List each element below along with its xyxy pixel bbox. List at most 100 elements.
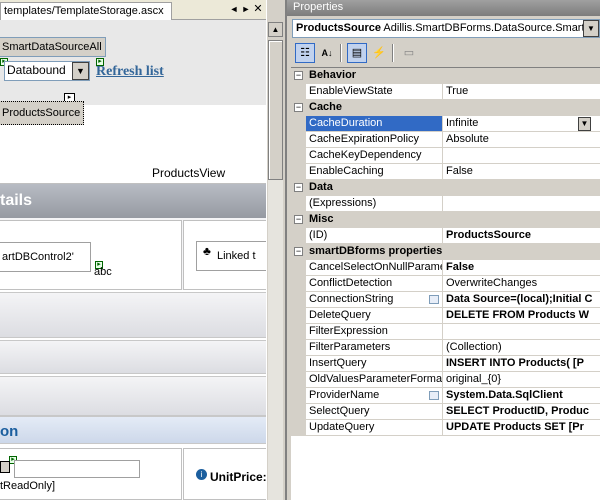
row-gutter (291, 116, 306, 131)
property-value[interactable]: True (443, 84, 600, 99)
property-name[interactable]: FilterParameters (306, 340, 443, 355)
category-row[interactable]: − Misc (291, 212, 600, 228)
close-icon[interactable]: ✕ (252, 3, 264, 16)
scrollbar-track[interactable] (268, 180, 283, 500)
property-name[interactable]: ProviderName (306, 388, 443, 403)
chevron-down-icon[interactable]: ▼ (72, 62, 89, 80)
collapse-icon[interactable]: − (294, 215, 303, 224)
property-value[interactable]: System.Data.SqlClient (443, 388, 600, 403)
property-row[interactable]: FilterExpression (291, 324, 600, 340)
details-heading: tails (0, 192, 33, 209)
category-row[interactable]: − smartDBforms properties (291, 244, 600, 260)
expression-icon[interactable] (429, 391, 439, 400)
property-name[interactable]: EnableCaching (306, 164, 443, 179)
property-name[interactable]: UpdateQuery (306, 420, 443, 435)
property-name[interactable]: CancelSelectOnNullParame (306, 260, 443, 275)
categorized-icon[interactable]: ☷ (295, 43, 315, 63)
property-name[interactable]: CacheKeyDependency (306, 148, 443, 163)
property-row[interactable]: InsertQuery INSERT INTO Products( [P (291, 356, 600, 372)
property-name[interactable]: EnableViewState (306, 84, 443, 99)
document-tab[interactable]: templates/TemplateStorage.ascx (0, 2, 172, 20)
property-name[interactable]: CacheExpirationPolicy (306, 132, 443, 147)
smart-db-control[interactable]: artDBControl2' (0, 242, 91, 272)
property-value[interactable]: ProductsSource (443, 228, 600, 243)
object-selector[interactable]: ProductsSource Adillis.SmartDBForms.Data… (292, 19, 600, 38)
property-value[interactable]: (Collection) (443, 340, 600, 355)
property-pages-icon[interactable]: ▭ (399, 43, 419, 63)
property-value[interactable]: DELETE FROM Products W (443, 308, 600, 323)
row-gutter (291, 164, 306, 179)
alphabetical-icon[interactable]: A↓ (317, 43, 337, 63)
property-value[interactable]: UPDATE Products SET [Pr (443, 420, 600, 435)
category-row[interactable]: − Cache (291, 100, 600, 116)
property-row[interactable]: (Expressions) (291, 196, 600, 212)
property-name[interactable]: (ID) (306, 228, 443, 243)
property-name[interactable]: SelectQuery (306, 404, 443, 419)
property-name[interactable]: OldValuesParameterFormatS (306, 372, 443, 387)
field-handle-icon[interactable] (0, 461, 10, 473)
collapse-icon[interactable]: − (294, 247, 303, 256)
property-row[interactable]: UpdateQuery UPDATE Products SET [Pr (291, 420, 600, 436)
property-row[interactable]: CacheKeyDependency (291, 148, 600, 164)
property-value[interactable]: False (443, 164, 600, 179)
property-row[interactable]: CacheDuration Infinite (291, 116, 600, 132)
refresh-list-link[interactable]: Refresh list (96, 64, 164, 80)
tab-scroll-right-icon[interactable]: ► (240, 3, 252, 16)
row-gutter (291, 372, 306, 387)
property-name[interactable]: InsertQuery (306, 356, 443, 371)
section-heading: on (0, 423, 19, 440)
property-value[interactable] (443, 324, 600, 339)
section-header (0, 416, 285, 444)
property-row[interactable]: DeleteQuery DELETE FROM Products W (291, 308, 600, 324)
property-row[interactable]: ConnectionString Data Source=(local);Init… (291, 292, 600, 308)
property-name[interactable]: ConflictDetection (306, 276, 443, 291)
field-input[interactable] (14, 460, 140, 478)
scrollbar-thumb[interactable] (268, 40, 283, 180)
property-row[interactable]: OldValuesParameterFormatS original_{0} (291, 372, 600, 388)
grey-row (0, 292, 285, 338)
property-name[interactable]: (Expressions) (306, 196, 443, 211)
property-value[interactable]: Absolute (443, 132, 600, 147)
property-name[interactable]: ConnectionString (306, 292, 443, 307)
property-value[interactable]: SELECT ProductID, Produc (443, 404, 600, 419)
events-icon[interactable]: ⚡ (369, 43, 389, 63)
property-row[interactable]: (ID) ProductsSource (291, 228, 600, 244)
property-name[interactable]: DeleteQuery (306, 308, 443, 323)
property-row[interactable]: ConflictDetection OverwriteChanges (291, 276, 600, 292)
designer-surface[interactable]: templates/TemplateStorage.ascx ◄ ► ✕ Sma… (0, 0, 285, 500)
property-row[interactable]: CacheExpirationPolicy Absolute (291, 132, 600, 148)
property-row[interactable]: EnableViewState True (291, 84, 600, 100)
products-source-control[interactable]: ProductsSource (0, 101, 85, 125)
category-row[interactable]: − Data (291, 180, 600, 196)
property-row[interactable]: SelectQuery SELECT ProductID, Produc (291, 404, 600, 420)
property-name[interactable]: FilterExpression (306, 324, 443, 339)
property-row[interactable]: FilterParameters (Collection) (291, 340, 600, 356)
property-value[interactable]: Infinite (443, 116, 600, 131)
chevron-down-icon[interactable]: ▼ (578, 117, 591, 131)
products-view-row (0, 160, 285, 184)
tab-scroll-left-icon[interactable]: ◄ (228, 3, 240, 16)
property-row[interactable]: EnableCaching False (291, 164, 600, 180)
property-value[interactable] (443, 148, 600, 163)
expression-icon[interactable] (429, 295, 439, 304)
property-value[interactable]: False (443, 260, 600, 275)
property-row[interactable]: CancelSelectOnNullParame False (291, 260, 600, 276)
collapse-icon[interactable]: − (294, 71, 303, 80)
properties-icon[interactable]: ▤ (347, 43, 367, 63)
category-label: Misc (309, 213, 334, 225)
property-row[interactable]: ProviderName System.Data.SqlClient (291, 388, 600, 404)
collapse-icon[interactable]: − (294, 183, 303, 192)
scroll-up-icon[interactable]: ▲ (268, 22, 283, 37)
property-value[interactable]: Data Source=(local);Initial C (443, 292, 600, 307)
property-value[interactable] (443, 196, 600, 211)
property-value[interactable]: OverwriteChanges (443, 276, 600, 291)
collapse-icon[interactable]: − (294, 103, 303, 112)
property-grid: − Behavior EnableViewState True − Cache CacheD… (291, 67, 600, 500)
property-value[interactable]: INSERT INTO Products( [P (443, 356, 600, 371)
property-value[interactable]: original_{0} (443, 372, 600, 387)
row-gutter (291, 308, 306, 323)
category-row[interactable]: − Behavior (291, 68, 600, 84)
datasource-control[interactable]: SmartDataSourceAll (0, 37, 106, 57)
chevron-down-icon[interactable]: ▼ (583, 20, 599, 37)
property-name[interactable]: CacheDuration (306, 116, 443, 131)
